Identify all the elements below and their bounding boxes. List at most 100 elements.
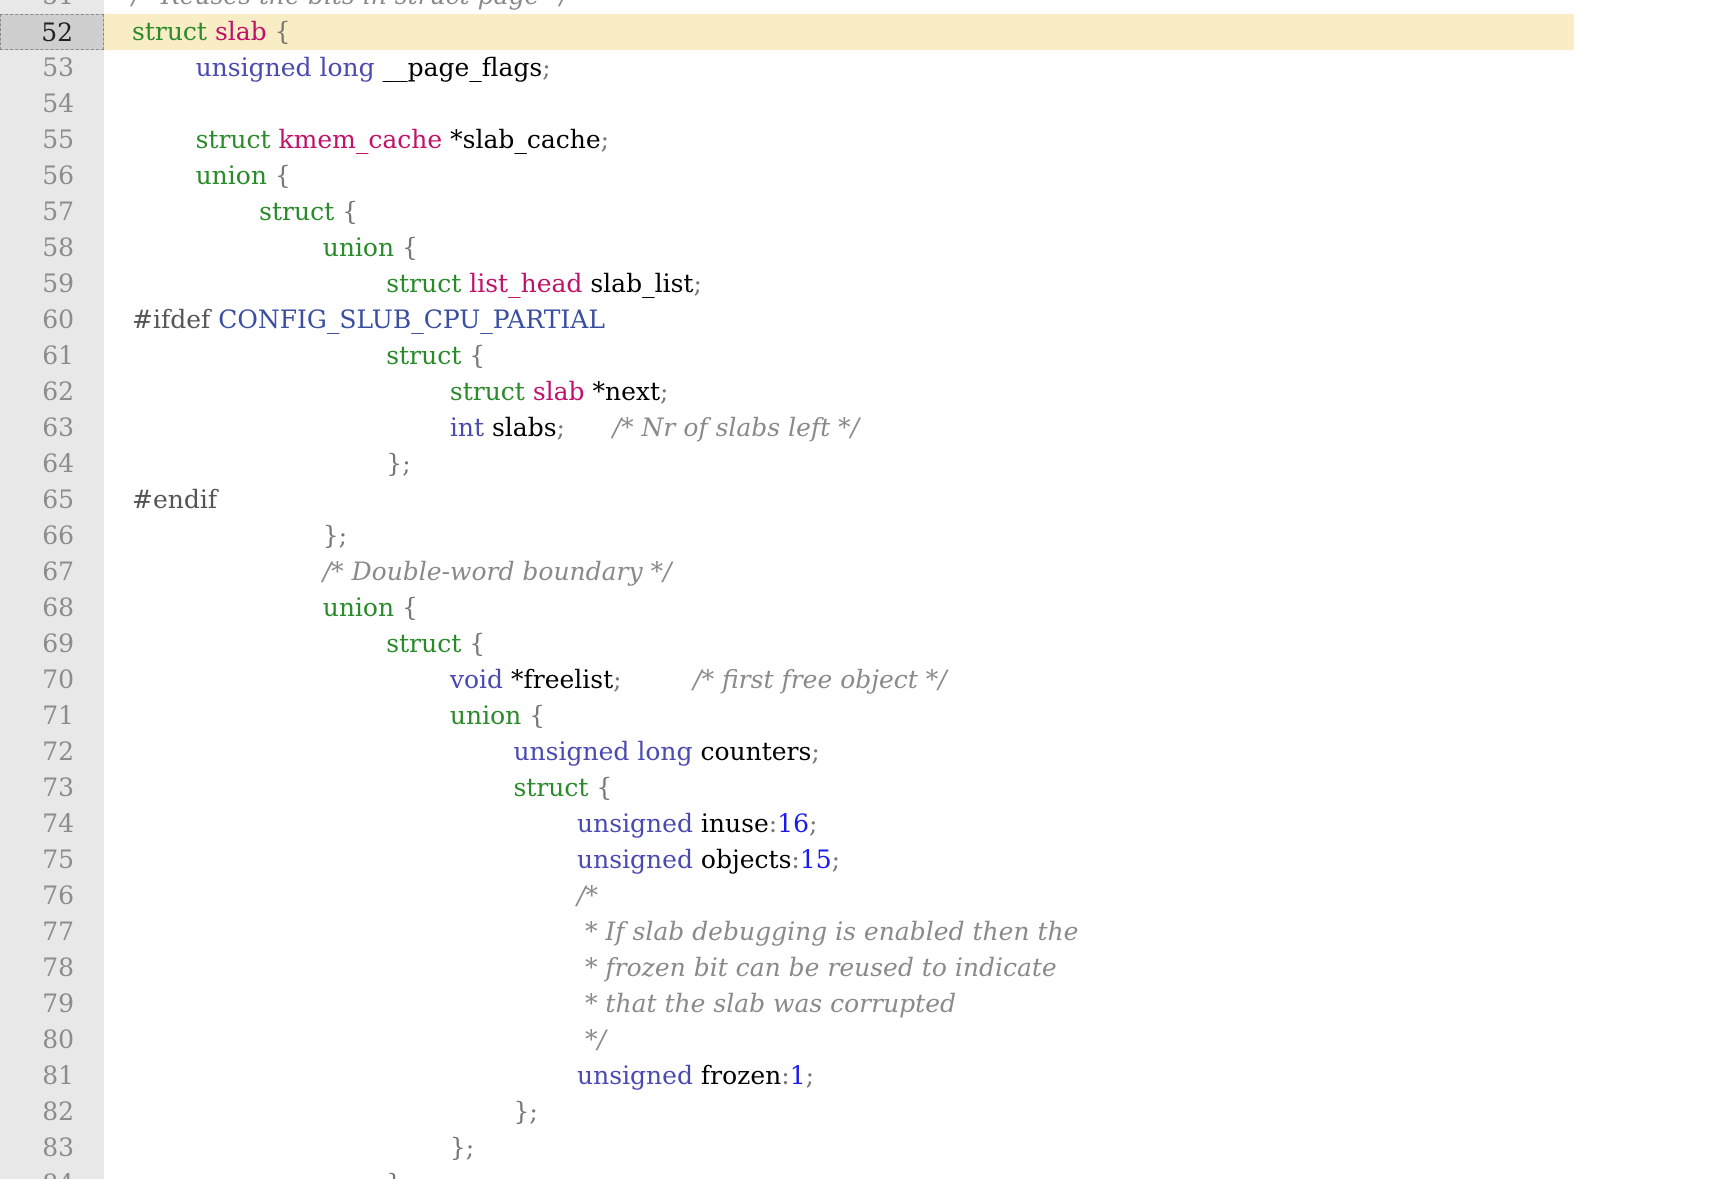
code-text[interactable]: */: [104, 1022, 1574, 1058]
code-line[interactable]: 56 union {: [0, 158, 1730, 194]
line-number[interactable]: 81: [0, 1058, 104, 1094]
line-number[interactable]: 55: [0, 122, 104, 158]
code-text[interactable]: };: [104, 1166, 1574, 1179]
line-number[interactable]: 58: [0, 230, 104, 266]
line-number[interactable]: 77: [0, 914, 104, 950]
code-line[interactable]: 68 union {: [0, 590, 1730, 626]
line-number[interactable]: 70: [0, 662, 104, 698]
line-number[interactable]: 84: [0, 1166, 104, 1179]
code-text[interactable]: #endif: [104, 482, 1574, 518]
code-text[interactable]: unsigned objects:15;: [104, 842, 1574, 878]
line-number[interactable]: 74: [0, 806, 104, 842]
code-line[interactable]: 58 union {: [0, 230, 1730, 266]
code-line[interactable]: 54: [0, 86, 1730, 122]
code-line[interactable]: 81 unsigned frozen:1;: [0, 1058, 1730, 1094]
code-text[interactable]: };: [104, 446, 1574, 482]
code-line[interactable]: 73 struct {: [0, 770, 1730, 806]
line-number[interactable]: 60: [0, 302, 104, 338]
line-number[interactable]: 65: [0, 482, 104, 518]
code-line[interactable]: 84 };: [0, 1166, 1730, 1179]
code-line[interactable]: 62 struct slab *next;: [0, 374, 1730, 410]
code-line[interactable]: 64 };: [0, 446, 1730, 482]
line-number[interactable]: 73: [0, 770, 104, 806]
code-editor[interactable]: 51 /* Reuses the bits in struct page */ 52…: [0, 0, 1730, 1179]
line-number[interactable]: 61: [0, 338, 104, 374]
code-line[interactable]: 65 #endif: [0, 482, 1730, 518]
line-number[interactable]: 68: [0, 590, 104, 626]
code-line[interactable]: 80 */: [0, 1022, 1730, 1058]
code-text[interactable]: void *freelist; /* first free object */: [104, 662, 1574, 698]
code-text[interactable]: * frozen bit can be reused to indicate: [104, 950, 1574, 986]
code-text[interactable]: * If slab debugging is enabled then the: [104, 914, 1574, 950]
code-text[interactable]: union {: [104, 590, 1574, 626]
line-number[interactable]: 53: [0, 50, 104, 86]
code-line[interactable]: 67 /* Double-word boundary */: [0, 554, 1730, 590]
line-number[interactable]: 75: [0, 842, 104, 878]
code-line[interactable]: 66 };: [0, 518, 1730, 554]
code-text[interactable]: union {: [104, 698, 1574, 734]
code-text[interactable]: struct {: [104, 770, 1574, 806]
code-text[interactable]: unsigned long counters;: [104, 734, 1574, 770]
code-line[interactable]: 60 #ifdef CONFIG_SLUB_CPU_PARTIAL: [0, 302, 1730, 338]
code-line[interactable]: 78 * frozen bit can be reused to indicat…: [0, 950, 1730, 986]
code-text[interactable]: #ifdef CONFIG_SLUB_CPU_PARTIAL: [104, 302, 1574, 338]
line-number[interactable]: 71: [0, 698, 104, 734]
code-text[interactable]: };: [104, 518, 1574, 554]
code-line[interactable]: 82 };: [0, 1094, 1730, 1130]
code-line[interactable]: 51 /* Reuses the bits in struct page */: [0, 0, 1730, 14]
line-number[interactable]: 82: [0, 1094, 104, 1130]
code-line[interactable]: 77 * If slab debugging is enabled then t…: [0, 914, 1730, 950]
code-text[interactable]: [104, 86, 1574, 122]
code-text[interactable]: /* Double-word boundary */: [104, 554, 1574, 590]
code-line[interactable]: 75 unsigned objects:15;: [0, 842, 1730, 878]
code-text[interactable]: };: [104, 1094, 1574, 1130]
code-text[interactable]: unsigned inuse:16;: [104, 806, 1574, 842]
line-number[interactable]: 80: [0, 1022, 104, 1058]
line-number[interactable]: 51: [0, 0, 104, 14]
code-line[interactable]: 63 int slabs; /* Nr of slabs left */: [0, 410, 1730, 446]
code-line[interactable]: 59 struct list_head slab_list;: [0, 266, 1730, 302]
line-number[interactable]: 59: [0, 266, 104, 302]
line-number[interactable]: 79: [0, 986, 104, 1022]
code-text[interactable]: struct {: [104, 626, 1574, 662]
line-number[interactable]: 78: [0, 950, 104, 986]
code-line[interactable]: 71 union {: [0, 698, 1730, 734]
current-code-line[interactable]: 52 struct slab {: [0, 14, 1730, 50]
line-number[interactable]: 67: [0, 554, 104, 590]
code-text[interactable]: unsigned long __page_flags;: [104, 50, 1574, 86]
line-number[interactable]: 76: [0, 878, 104, 914]
line-number[interactable]: 64: [0, 446, 104, 482]
code-line[interactable]: 74 unsigned inuse:16;: [0, 806, 1730, 842]
code-line[interactable]: 55 struct kmem_cache *slab_cache;: [0, 122, 1730, 158]
code-text[interactable]: struct {: [104, 194, 1574, 230]
line-number[interactable]: 57: [0, 194, 104, 230]
code-text[interactable]: /*: [104, 878, 1574, 914]
line-number[interactable]: 63: [0, 410, 104, 446]
code-line[interactable]: 72 unsigned long counters;: [0, 734, 1730, 770]
code-text[interactable]: union {: [104, 158, 1574, 194]
code-line[interactable]: 76 /*: [0, 878, 1730, 914]
code-text[interactable]: struct kmem_cache *slab_cache;: [104, 122, 1574, 158]
line-number[interactable]: 69: [0, 626, 104, 662]
line-number[interactable]: 72: [0, 734, 104, 770]
code-text[interactable]: union {: [104, 230, 1574, 266]
code-line[interactable]: 70 void *freelist; /* first free object …: [0, 662, 1730, 698]
line-number[interactable]: 54: [0, 86, 104, 122]
code-text[interactable]: /* Reuses the bits in struct page */: [104, 0, 1574, 14]
line-number[interactable]: 52: [0, 14, 104, 50]
line-number[interactable]: 66: [0, 518, 104, 554]
code-line[interactable]: 61 struct {: [0, 338, 1730, 374]
code-line[interactable]: 53 unsigned long __page_flags;: [0, 50, 1730, 86]
code-text[interactable]: int slabs; /* Nr of slabs left */: [104, 410, 1574, 446]
code-text[interactable]: * that the slab was corrupted: [104, 986, 1574, 1022]
code-text[interactable]: };: [104, 1130, 1574, 1166]
code-line[interactable]: 79 * that the slab was corrupted: [0, 986, 1730, 1022]
code-line[interactable]: 69 struct {: [0, 626, 1730, 662]
code-line[interactable]: 57 struct {: [0, 194, 1730, 230]
code-text[interactable]: unsigned frozen:1;: [104, 1058, 1574, 1094]
line-number[interactable]: 83: [0, 1130, 104, 1166]
line-number[interactable]: 56: [0, 158, 104, 194]
code-text[interactable]: struct slab *next;: [104, 374, 1574, 410]
code-text[interactable]: struct {: [104, 338, 1574, 374]
code-text[interactable]: struct slab {: [104, 14, 1574, 50]
